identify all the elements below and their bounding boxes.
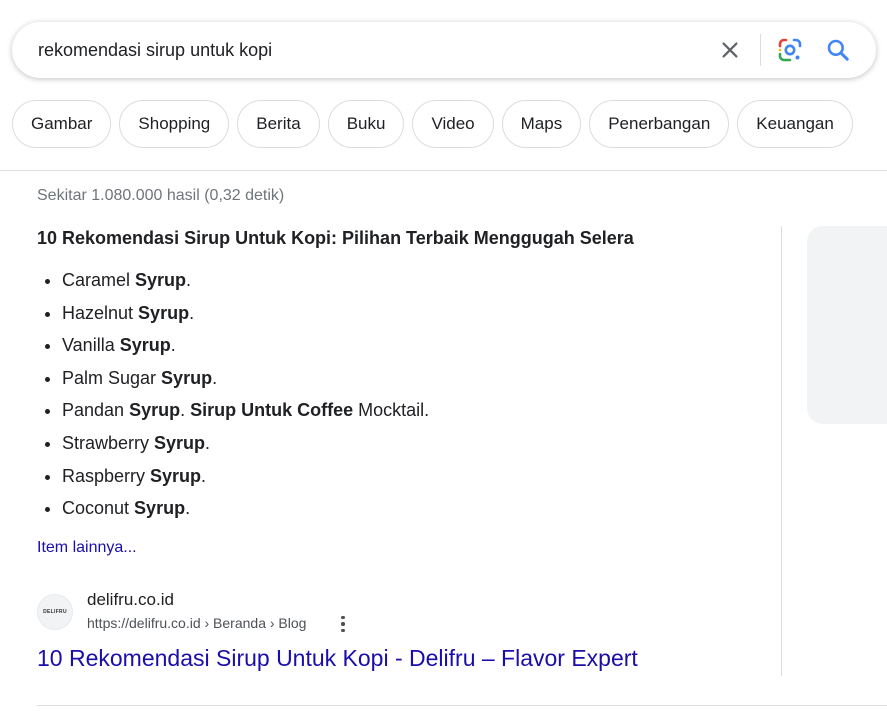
search-bar[interactable]: rekomendasi sirup untuk kopi [12, 22, 876, 78]
chip-shopping[interactable]: Shopping [119, 100, 230, 148]
featured-snippet-title: 10 Rekomendasi Sirup Untuk Kopi: Pilihan… [37, 228, 634, 248]
more-items-link[interactable]: Item lainnya... [37, 539, 137, 557]
result-url[interactable]: https://delifru.co.id › Beranda › Blog [87, 615, 306, 631]
search-bar-divider [760, 34, 761, 66]
list-item: Pandan Syrup. Sirup Untuk Coffee Mocktai… [62, 394, 429, 427]
search-icon [827, 39, 849, 61]
result-title-link[interactable]: 10 Rekomendasi Sirup Untuk Kopi - Delifr… [37, 645, 638, 672]
list-item: Strawberry Syrup. [62, 427, 429, 460]
list-item: Raspberry Syrup. [62, 460, 429, 493]
chip-buku[interactable]: Buku [327, 100, 405, 148]
list-item: Coconut Syrup. [62, 492, 429, 525]
search-button[interactable] [824, 36, 852, 64]
result-divider [37, 705, 887, 706]
more-vertical-icon [341, 615, 345, 620]
chip-berita[interactable]: Berita [237, 100, 320, 148]
chip-maps[interactable]: Maps [501, 100, 582, 148]
result-more-button[interactable] [334, 614, 352, 634]
search-input[interactable]: rekomendasi sirup untuk kopi [38, 22, 272, 78]
chip-keuangan[interactable]: Keuangan [737, 100, 853, 148]
results-stats: Sekitar 1.080.000 hasil (0,32 detik) [37, 187, 285, 204]
google-lens-button[interactable] [776, 36, 804, 64]
site-favicon: DELIFRU [37, 594, 73, 630]
featured-snippet-list: Caramel Syrup. Hazelnut Syrup. Vanilla S… [37, 264, 429, 525]
result-site-name[interactable]: delifru.co.id [87, 590, 174, 610]
header-divider [0, 170, 887, 171]
list-item: Hazelnut Syrup. [62, 297, 429, 330]
google-lens-icon [778, 38, 802, 62]
chip-video[interactable]: Video [412, 100, 494, 148]
list-item: Caramel Syrup. [62, 264, 429, 297]
clear-search-button[interactable] [716, 36, 744, 64]
list-item: Palm Sugar Syrup. [62, 362, 429, 395]
favicon-logo-text: DELIFRU [43, 609, 67, 615]
snippet-divider [781, 226, 782, 676]
list-item: Vanilla Syrup. [62, 329, 429, 362]
chip-penerbangan[interactable]: Penerbangan [589, 100, 730, 148]
snippet-image[interactable] [807, 226, 887, 424]
chip-gambar[interactable]: Gambar [12, 100, 112, 148]
search-filter-chips: Gambar Shopping Berita Buku Video Maps P… [12, 100, 853, 148]
close-icon [722, 42, 738, 58]
